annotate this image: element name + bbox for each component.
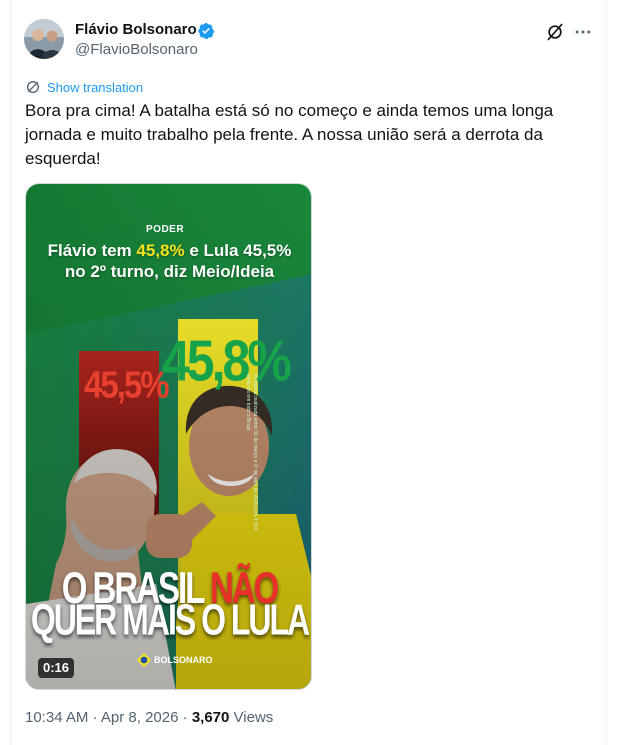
media-side-note: Pesquisa realizada entre 31 de março e 1…	[245, 374, 258, 531]
tweet-meta: 10:34 AM · Apr 8, 2026 · 3,670 Views	[25, 709, 273, 726]
media-logo: BOLSONARO	[154, 655, 213, 665]
grok-icon[interactable]	[545, 22, 565, 42]
tweet-text: Bora pra cima! A batalha está só no come…	[25, 101, 554, 168]
tweet-time[interactable]: 10:34 AM	[25, 709, 88, 726]
meta-separator: ·	[92, 709, 98, 726]
display-name[interactable]: Flávio Bolsonaro	[75, 21, 197, 38]
globe-icon	[27, 81, 39, 93]
media-headline: Flávio tem 45,8% e Lula 45,5% no 2º turn…	[46, 240, 293, 282]
more-icon[interactable]	[573, 22, 593, 42]
video-duration: 0:16	[38, 658, 75, 678]
author-handle[interactable]: @FlavioBolsonaro	[75, 41, 198, 58]
show-translation-label: Show translation	[47, 79, 144, 95]
percent-flavio: 45,8%	[162, 328, 292, 394]
show-translation-link[interactable]: Show translation	[25, 78, 143, 96]
verified-badge-icon	[198, 22, 215, 40]
video-player[interactable]: PODER Flávio tem 45,8% e Lula 45,5% no 2…	[25, 183, 312, 690]
avatar-photo-icon	[24, 19, 64, 59]
headline-part1: Flávio tem	[47, 241, 137, 260]
percent-lula: 45,5%	[84, 363, 170, 406]
meta-separator-2: ·	[182, 709, 188, 726]
avatar[interactable]	[24, 19, 64, 59]
brazil-flag-icon	[137, 653, 151, 667]
views-label: Views	[233, 709, 274, 726]
media-slogan-line2: QUER MAIS O LULA	[30, 595, 310, 645]
media-brand: PODER	[146, 224, 185, 235]
tweet-date[interactable]: Apr 8, 2026	[101, 709, 179, 726]
views-count: 3,670	[191, 709, 230, 726]
headline-highlight: 45,8%	[136, 241, 185, 260]
